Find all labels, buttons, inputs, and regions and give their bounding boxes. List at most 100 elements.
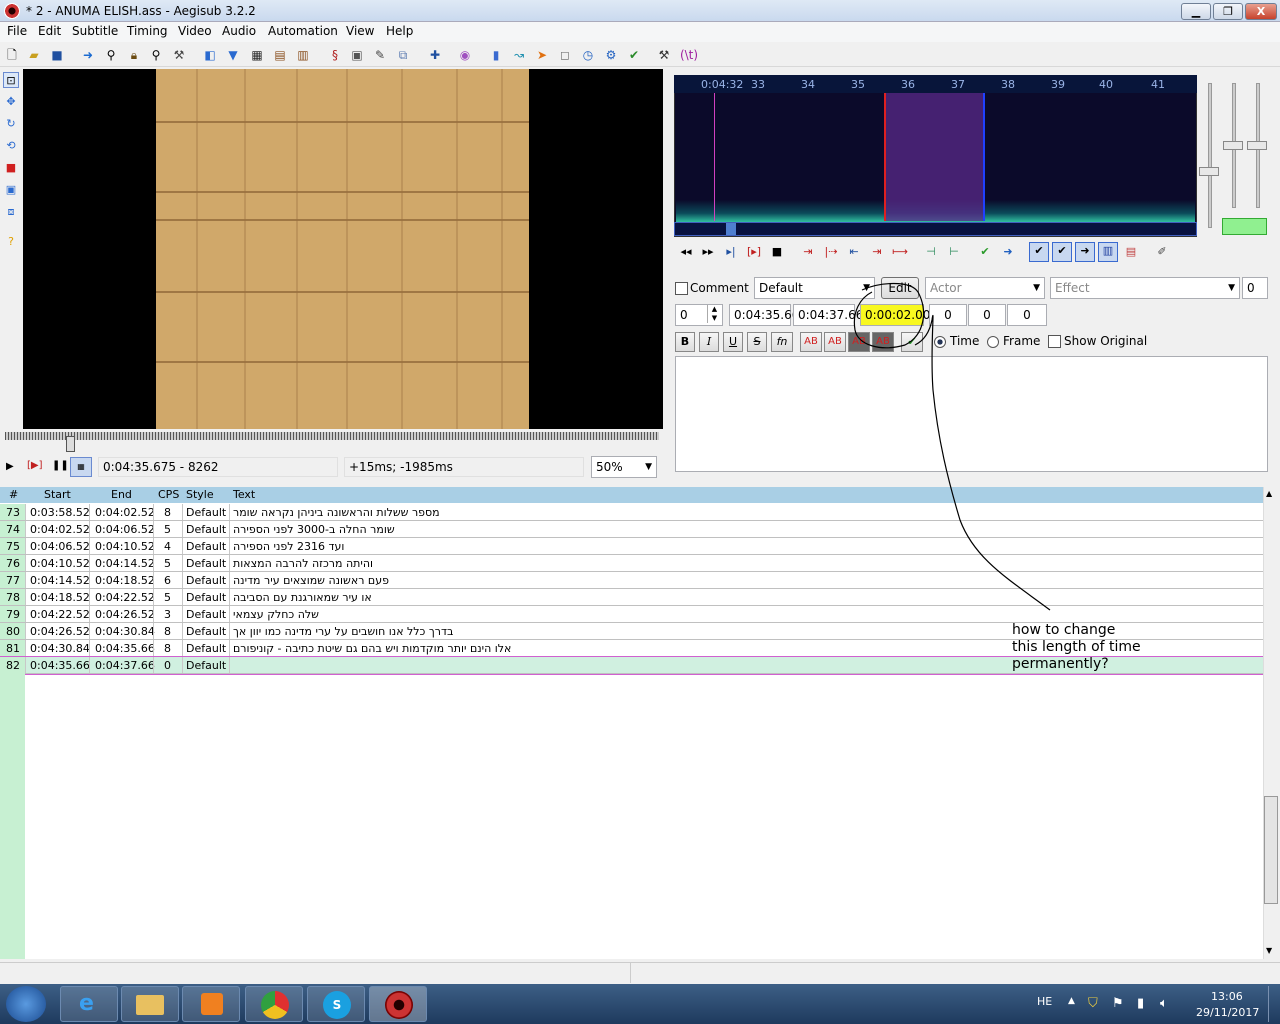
select-icon[interactable]: ⚙ (603, 47, 619, 63)
comment-checkbox[interactable] (675, 282, 688, 295)
goto-icon[interactable]: ➜ (1000, 244, 1016, 260)
time-radio[interactable] (934, 336, 946, 348)
open-file-icon[interactable]: ▰ (26, 47, 42, 63)
margin-vertical-field[interactable]: 0 (1007, 304, 1047, 326)
internet-explorer-icon[interactable]: e (60, 986, 118, 1022)
lead-out-icon[interactable]: ⊢ (946, 244, 962, 260)
edit-style-button[interactable]: Edit (881, 277, 919, 299)
resample-icon[interactable]: ◻ (557, 47, 573, 63)
jump-icon[interactable]: ➜ (80, 47, 96, 63)
media-player-icon[interactable] (182, 986, 240, 1022)
font-button[interactable]: fn (771, 332, 793, 352)
start-marker[interactable] (884, 93, 886, 221)
new-file-icon[interactable]: 🗋 (4, 47, 20, 63)
regex-icon[interactable]: (\t) (679, 47, 699, 63)
commit-icon[interactable]: ✔ (977, 244, 993, 260)
play-after-icon[interactable]: ⇥ (869, 244, 885, 260)
end-time-field[interactable]: 0:04:37.66 (793, 304, 863, 326)
security-icon[interactable]: ⛉ (1088, 996, 1098, 1011)
margin-left-field[interactable]: 0 (929, 304, 967, 326)
underline-button[interactable]: U (723, 332, 743, 352)
play-to-end-icon[interactable]: ⟼ (892, 244, 908, 260)
table-row[interactable]: 76 0:04:10.52 0:04:14.52 5 Default והיתה מרכז… (0, 555, 1263, 572)
frame-radio[interactable] (987, 336, 999, 348)
show-original-checkbox[interactable] (1048, 335, 1061, 348)
attachments-icon[interactable]: ✎ (372, 47, 388, 63)
properties-icon[interactable]: § (327, 47, 343, 63)
translation-icon[interactable]: ✚ (427, 47, 443, 63)
clock-time[interactable]: 13:06 (1211, 990, 1243, 1003)
grid-scroll-thumb[interactable] (1264, 796, 1278, 904)
primary-color-button[interactable]: AB (800, 332, 822, 352)
maximize-button[interactable]: ❐ (1213, 3, 1243, 20)
rotate-z-icon[interactable]: ↻ (3, 116, 19, 132)
wand-icon[interactable]: ⚒ (171, 47, 187, 63)
menu-audio[interactable]: Audio (222, 24, 256, 38)
auto-next-icon[interactable]: ✔ (1052, 242, 1072, 262)
menu-timing[interactable]: Timing (127, 24, 168, 38)
pause-icon[interactable]: ❚❚ (52, 460, 69, 471)
duration-field[interactable]: 0:00:02.00 (860, 304, 930, 326)
table-row[interactable]: 73 0:03:58.52 0:04:02.52 8 Default מספר ששלות… (0, 504, 1263, 521)
effect-combo[interactable]: Effect ▼ (1050, 277, 1240, 299)
check-icon[interactable]: ✔ (626, 47, 642, 63)
windows-start-icon[interactable] (6, 986, 46, 1022)
menu-automation[interactable]: Automation (268, 24, 338, 38)
play-end-icon[interactable]: ⇤ (846, 244, 862, 260)
tools-icon[interactable]: ⚒ (656, 47, 672, 63)
stop-icon[interactable]: ■ (769, 244, 785, 260)
next-line-icon[interactable]: ▸▸ (700, 244, 716, 260)
zoom-select[interactable]: 50% ▼ (591, 456, 657, 478)
styles-icon[interactable]: ▣ (349, 47, 365, 63)
language-indicator[interactable]: HE (1037, 995, 1052, 1008)
show-desktop-button[interactable] (1268, 986, 1280, 1022)
menu-subtitle[interactable]: Subtitle (72, 24, 118, 38)
volume-icon[interactable]: 🔈︎ (1160, 996, 1168, 1011)
menu-video[interactable]: Video (178, 24, 212, 38)
clock-icon[interactable]: ◷ (580, 47, 596, 63)
file-explorer-icon[interactable] (121, 986, 179, 1022)
shadow-color-button[interactable]: AB (872, 332, 894, 352)
auto-commit-icon[interactable]: ✔ (1029, 242, 1049, 262)
play-before-icon[interactable]: ⇥ (800, 244, 816, 260)
spectrum-mode-icon[interactable]: ▥ (1098, 242, 1118, 262)
table-row[interactable]: 75 0:04:06.52 0:04:10.52 4 Default ועד 2316 ל… (0, 538, 1263, 555)
italic-button[interactable]: I (699, 332, 719, 352)
karaoke-icon[interactable]: ▤ (1123, 244, 1139, 260)
film-icon[interactable]: ▼ (225, 47, 241, 63)
menu-view[interactable]: View (346, 24, 374, 38)
menu-file[interactable]: File (7, 24, 27, 38)
scale-icon[interactable]: ■ (3, 160, 19, 176)
auto-scroll-icon[interactable]: ➜ (1075, 242, 1095, 262)
lines-icon[interactable]: ▤ (272, 47, 288, 63)
table-row[interactable]: 78 0:04:18.52 0:04:22.52 5 Default או עיר שמא… (0, 589, 1263, 606)
rotate-xy-icon[interactable]: ⟲ (3, 138, 19, 154)
audio-scroll-thumb[interactable] (726, 223, 736, 235)
outline-color-button[interactable]: AB (848, 332, 870, 352)
link-sliders-button[interactable] (1222, 218, 1267, 235)
scroll-up-icon[interactable]: ▲ (1266, 489, 1272, 498)
video-time-field[interactable]: 0:04:35.675 - 8262 (98, 457, 338, 477)
audio-selection[interactable] (884, 93, 984, 221)
volume-slider-thumb[interactable] (1247, 141, 1267, 150)
prev-line-icon[interactable]: ◂◂ (678, 244, 694, 260)
vector-clip-icon[interactable]: ⧈ (3, 204, 19, 220)
help-icon[interactable]: ? (3, 234, 19, 250)
strikeout-button[interactable]: S (747, 332, 767, 352)
zoom-out-icon[interactable]: ⚲ (148, 47, 164, 63)
anime-icon[interactable]: ◉ (457, 47, 473, 63)
fonts-icon[interactable]: ⧉ (395, 47, 411, 63)
aegisub-icon[interactable] (369, 986, 427, 1022)
minimize-button[interactable]: ▁ (1181, 3, 1211, 20)
bold-button[interactable]: B (675, 332, 695, 352)
style-select[interactable]: Default ▼ (754, 277, 875, 299)
audio-options-icon[interactable]: ✐ (1154, 244, 1170, 260)
lead-in-icon[interactable]: ⊣ (923, 244, 939, 260)
actor-combo[interactable]: Actor ▼ (925, 277, 1045, 299)
lock-icon[interactable]: 🔒︎ (126, 47, 142, 63)
spin-arrows-icon[interactable]: ▲ ▼ (707, 305, 721, 323)
save-icon[interactable]: ■ (49, 47, 65, 63)
start-time-field[interactable]: 0:04:35.66 (729, 304, 799, 326)
play-line-icon[interactable]: [▸] (746, 244, 762, 260)
kanji-icon[interactable]: ➤ (534, 47, 550, 63)
